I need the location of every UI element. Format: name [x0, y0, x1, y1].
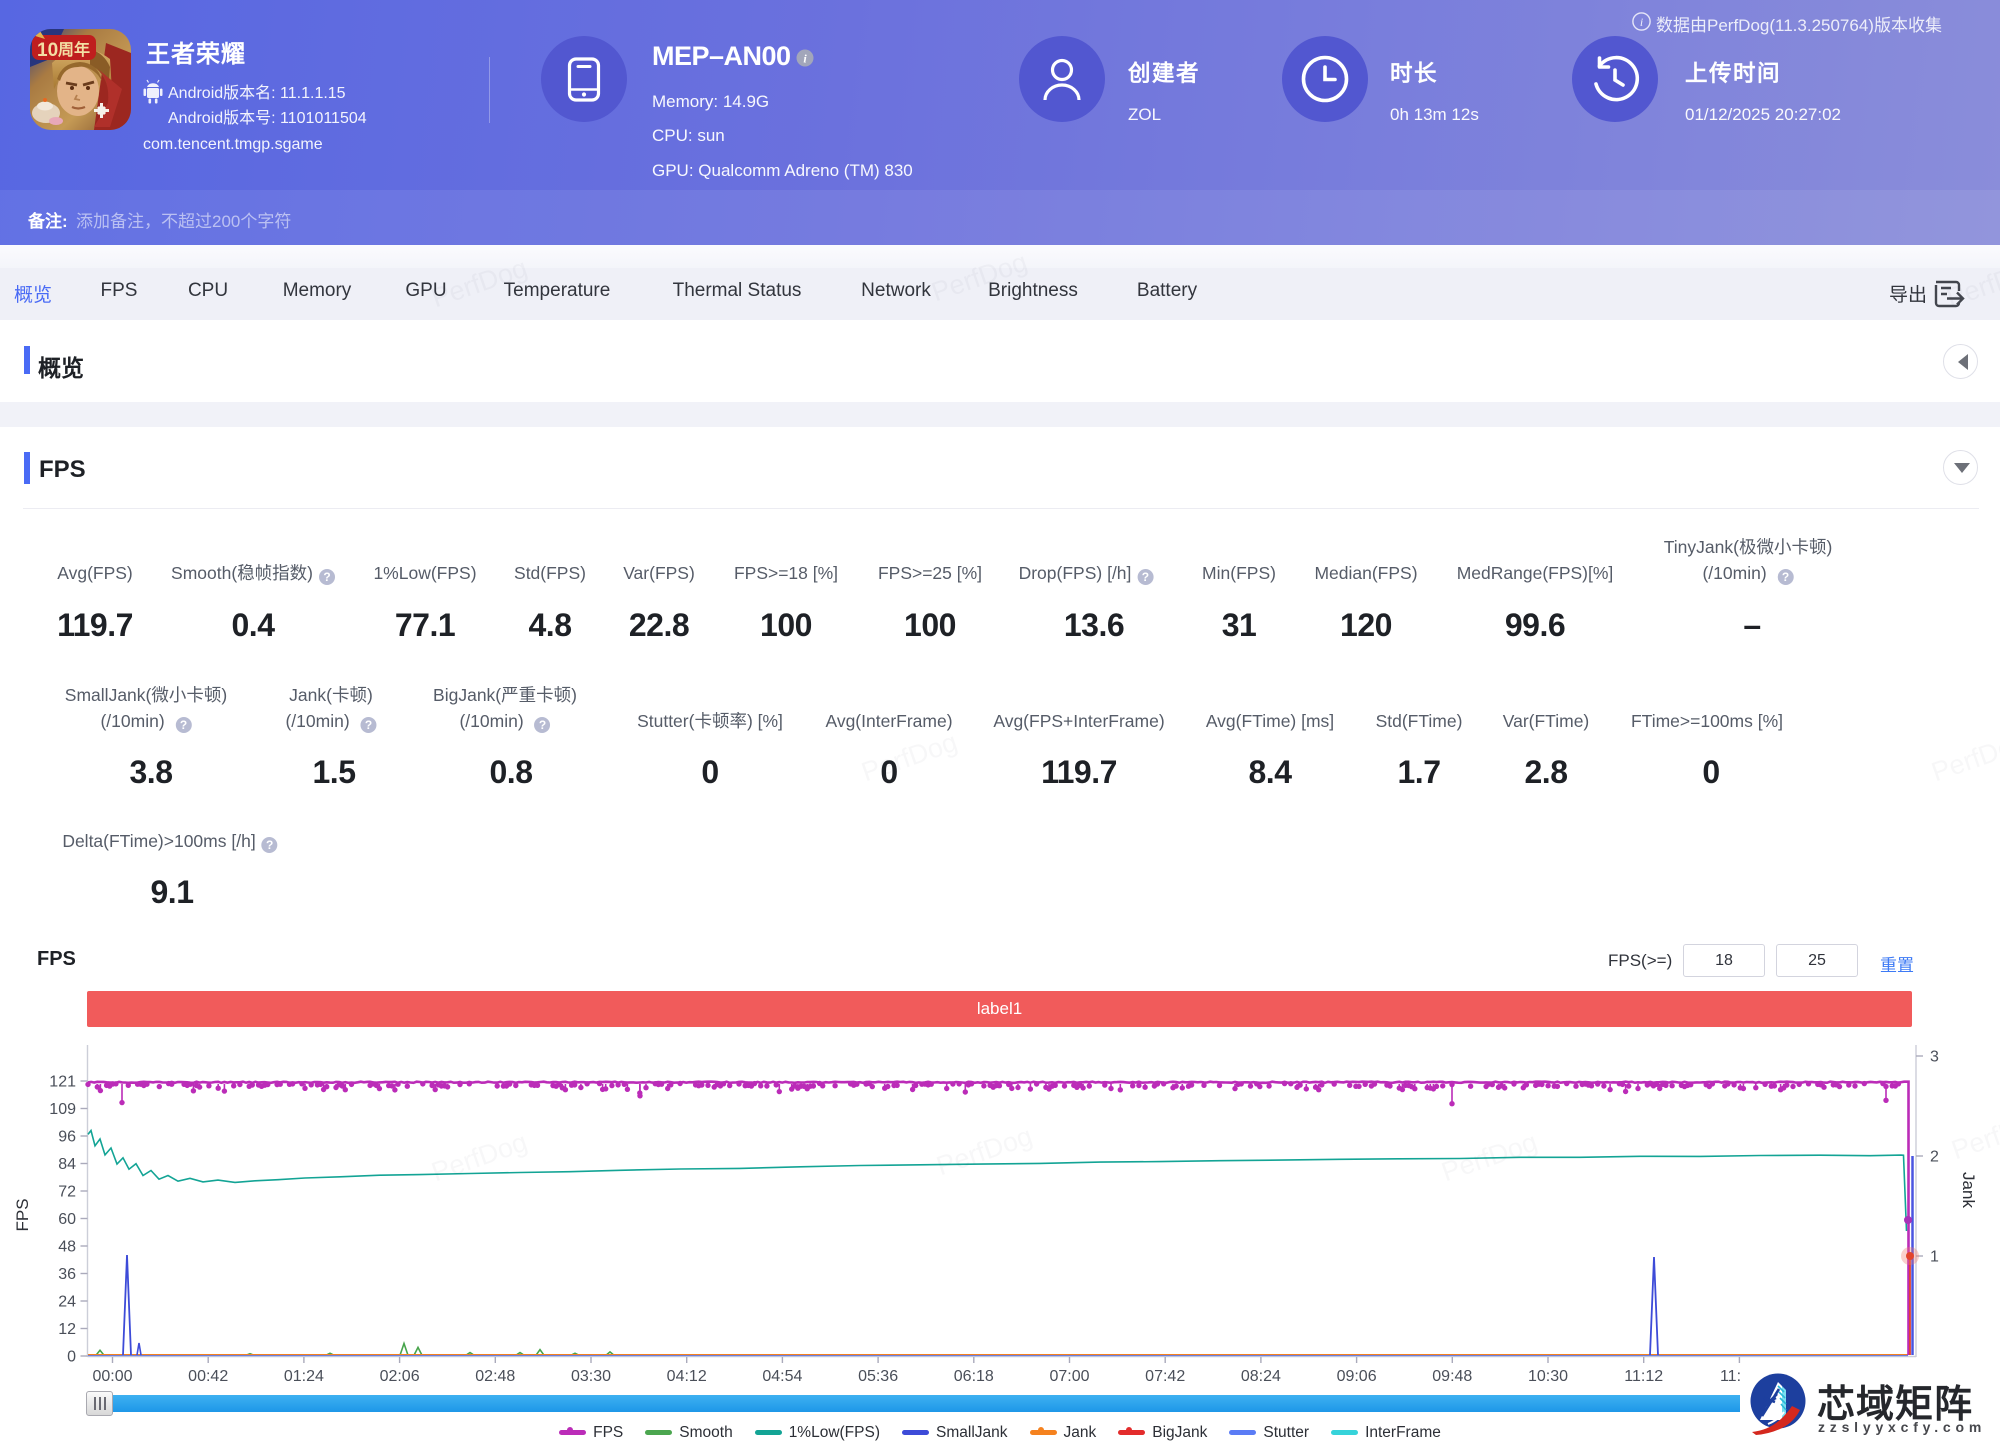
svg-text:07:42: 07:42: [1145, 1368, 1185, 1385]
svg-text:0: 0: [67, 1349, 76, 1366]
svg-text:08:24: 08:24: [1241, 1368, 1281, 1385]
svg-text:3: 3: [1930, 1049, 1939, 1066]
svg-text:2: 2: [1930, 1149, 1939, 1166]
svg-text:12: 12: [58, 1321, 76, 1338]
svg-text:01:24: 01:24: [284, 1368, 324, 1385]
svg-text:121: 121: [49, 1074, 76, 1091]
svg-text:84: 84: [58, 1156, 76, 1173]
svg-text:24: 24: [58, 1294, 76, 1311]
svg-text:02:48: 02:48: [475, 1368, 515, 1385]
svg-text:02:06: 02:06: [380, 1368, 420, 1385]
svg-text:1: 1: [1930, 1249, 1939, 1266]
svg-text:00:00: 00:00: [92, 1368, 132, 1385]
svg-text:05:36: 05:36: [858, 1368, 898, 1385]
svg-text:04:54: 04:54: [762, 1368, 802, 1385]
svg-text:03:30: 03:30: [571, 1368, 611, 1385]
svg-text:04:12: 04:12: [667, 1368, 707, 1385]
svg-text:09:48: 09:48: [1432, 1368, 1472, 1385]
svg-text:00:42: 00:42: [188, 1368, 228, 1385]
svg-text:36: 36: [58, 1266, 76, 1283]
svg-text:60: 60: [58, 1211, 76, 1228]
svg-text:FPS: FPS: [13, 1198, 32, 1231]
svg-text:07:00: 07:00: [1049, 1368, 1089, 1385]
svg-text:109: 109: [49, 1101, 76, 1118]
svg-text:72: 72: [58, 1184, 76, 1201]
svg-text:11:12: 11:12: [1624, 1368, 1663, 1385]
svg-text:06:18: 06:18: [954, 1368, 994, 1385]
svg-text:09:06: 09:06: [1337, 1368, 1377, 1385]
svg-text:96: 96: [58, 1129, 76, 1146]
svg-text:10:30: 10:30: [1528, 1368, 1568, 1385]
svg-text:Jank: Jank: [1959, 1172, 1978, 1208]
svg-text:48: 48: [58, 1239, 76, 1256]
